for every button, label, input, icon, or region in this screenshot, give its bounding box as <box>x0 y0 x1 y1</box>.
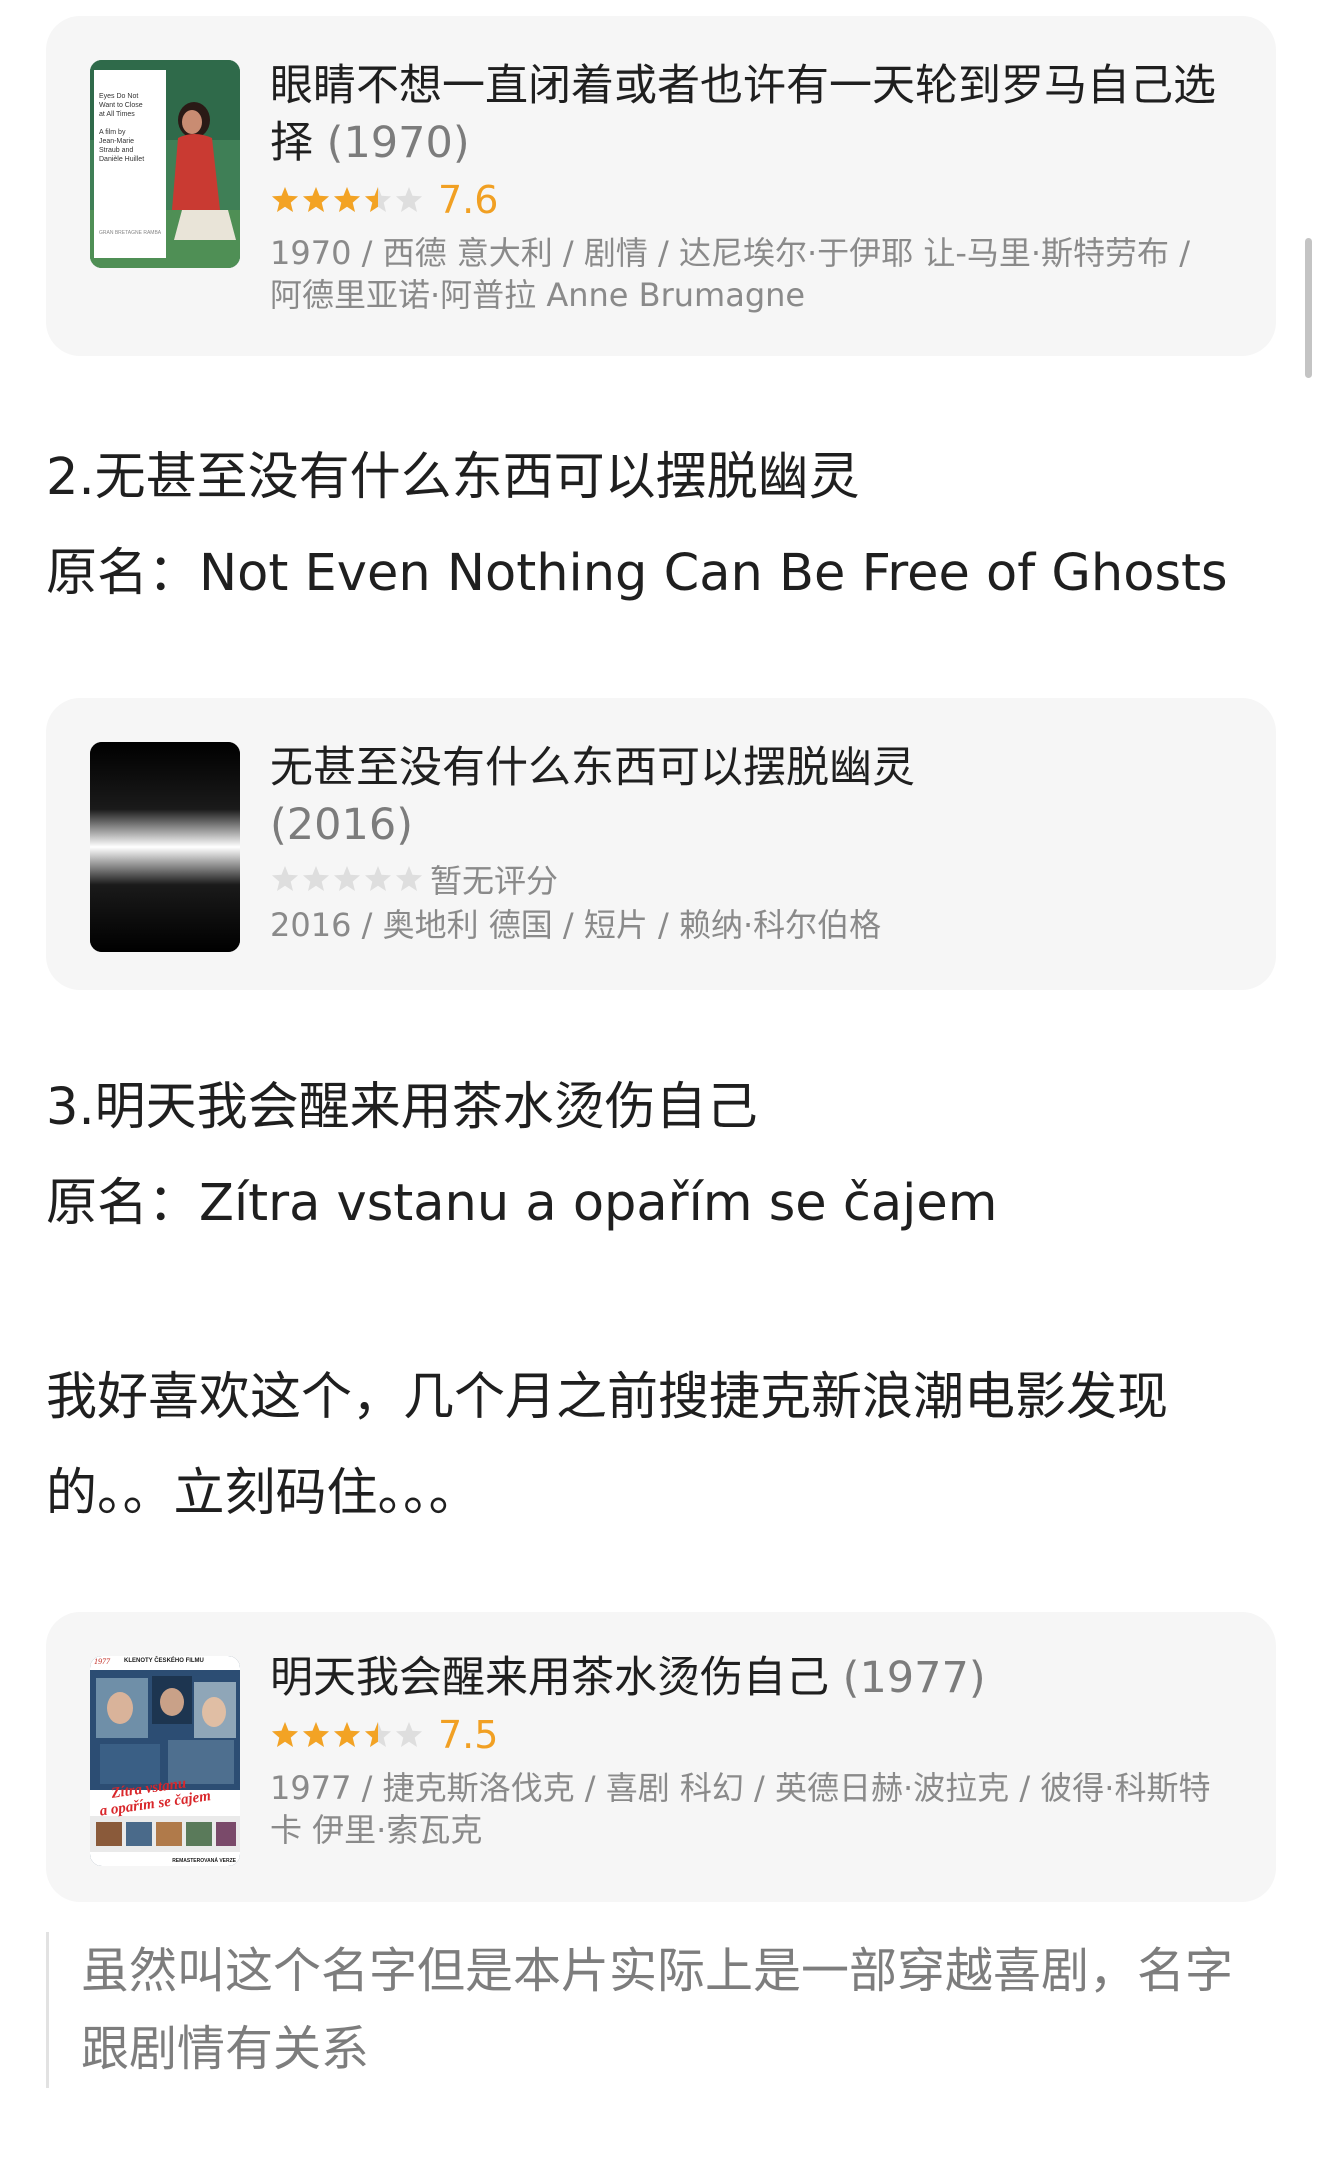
star-icon <box>301 1720 331 1750</box>
movie-meta: 1977 / 捷克斯洛伐克 / 喜剧 科幻 / 英德日赫·波拉克 / 彼得·科斯… <box>270 1769 1211 1849</box>
poster-line: Jean-Marie <box>99 138 135 145</box>
poster-line: Eyes Do Not <box>99 93 139 100</box>
poster-line: Straub and <box>99 147 134 154</box>
star-rating <box>270 1720 424 1750</box>
star-icon <box>363 864 393 894</box>
movie-title[interactable]: 无甚至没有什么东西可以摆脱幽灵 (2016) <box>270 740 1216 854</box>
star-rating <box>270 185 424 215</box>
movie-year: (1970) <box>326 118 470 168</box>
rating-score: 7.6 <box>438 178 499 222</box>
movie-poster: 1977 KLENOTY ČESKÉHO FILMU Zítra vstanu … <box>90 1656 240 1866</box>
movie-meta: 2016 / 奥地利 德国 / 短片 / 赖纳·科尔伯格 <box>270 906 882 944</box>
movie-year: (2016) <box>270 800 413 850</box>
movie-info: 无甚至没有什么东西可以摆脱幽灵 (2016) 暂无评分 2016 / 奥地利 德国… <box>270 740 1216 946</box>
movie-poster: Eyes Do Not Want to Close at All Times A… <box>90 60 240 268</box>
star-icon <box>363 185 393 215</box>
star-icon <box>394 1720 424 1750</box>
movie-card[interactable]: Eyes Do Not Want to Close at All Times A… <box>46 16 1276 356</box>
body-paragraph: 我好喜欢这个，几个月之前搜捷克新浪潮电影发现的。。立刻码住。。。 <box>46 1368 1169 1523</box>
movie-info: 眼睛不想一直闭着或者也许有一天轮到罗马自己选择 (1970) 7.6 1970 … <box>270 58 1216 316</box>
movie-poster <box>90 742 240 952</box>
movie-info: 明天我会醒来用茶水烫伤自己 (1977) 7.5 1977 / 捷克斯洛伐克 /… <box>270 1650 1216 1851</box>
movie-card[interactable]: 无甚至没有什么东西可以摆脱幽灵 (2016) 暂无评分 2016 / 奥地利 德国… <box>46 698 1276 990</box>
movie-meta: 1970 / 西德 意大利 / 剧情 / 达尼埃尔·于伊耶 让-马里·斯特劳布 … <box>270 234 1191 314</box>
movie-year: (1977) <box>842 1653 986 1703</box>
star-icon <box>270 1720 300 1750</box>
original-title: 原名：Zítra vstanu a opařím se čajem <box>46 1174 998 1233</box>
star-rating <box>270 864 424 894</box>
section-heading: 3.明天我会醒来用茶水烫伤自己 <box>46 1078 758 1137</box>
poster-year: 1977 <box>94 1657 110 1666</box>
rating-row: 7.6 <box>270 172 1216 228</box>
movie-title[interactable]: 眼睛不想一直闭着或者也许有一天轮到罗马自己选择 (1970) <box>270 58 1216 172</box>
star-icon <box>394 185 424 215</box>
rating-row: 暂无评分 <box>270 854 1216 904</box>
star-icon <box>301 864 331 894</box>
movie-card[interactable]: 1977 KLENOTY ČESKÉHO FILMU Zítra vstanu … <box>46 1612 1276 1902</box>
rating-unavailable: 暂无评分 <box>430 862 559 900</box>
scrollbar-thumb[interactable] <box>1305 238 1312 378</box>
poster-artwork <box>90 742 240 952</box>
original-title: 原名：Not Even Nothing Can Be Free of Ghost… <box>46 544 1228 603</box>
poster-footer: GRAN BRETAGNE RAMBA <box>99 230 162 236</box>
movie-title[interactable]: 明天我会醒来用茶水烫伤自己 (1977) <box>270 1650 1216 1707</box>
star-icon <box>332 864 362 894</box>
poster-line: A film by <box>99 129 126 136</box>
poster-footer: REMASTEROVANÁ VERZE <box>172 1858 236 1864</box>
star-icon <box>332 185 362 215</box>
star-icon <box>270 864 300 894</box>
poster-line: Want to Close <box>99 102 143 109</box>
star-icon <box>270 185 300 215</box>
star-icon <box>363 1720 393 1750</box>
poster-artwork <box>90 1656 240 1866</box>
star-icon <box>301 185 331 215</box>
star-icon <box>394 864 424 894</box>
movie-title-text: 无甚至没有什么东西可以摆脱幽灵 <box>270 743 915 793</box>
poster-banner: KLENOTY ČESKÉHO FILMU <box>124 1658 204 1664</box>
rating-score: 7.5 <box>438 1713 499 1757</box>
blockquote: 虽然叫这个名字但是本片实际上是一部穿越喜剧，名字跟剧情有关系 <box>46 1932 1276 2088</box>
star-icon <box>332 1720 362 1750</box>
poster-line: at All Times <box>99 111 135 118</box>
movie-title-text: 明天我会醒来用茶水烫伤自己 <box>270 1653 829 1703</box>
poster-line: Danièle Huillet <box>99 156 145 163</box>
rating-row: 7.5 <box>270 1707 1216 1763</box>
section-heading: 2.无甚至没有什么东西可以摆脱幽灵 <box>46 448 860 507</box>
poster-text: Eyes Do Not Want to Close at All Times A… <box>99 92 163 164</box>
